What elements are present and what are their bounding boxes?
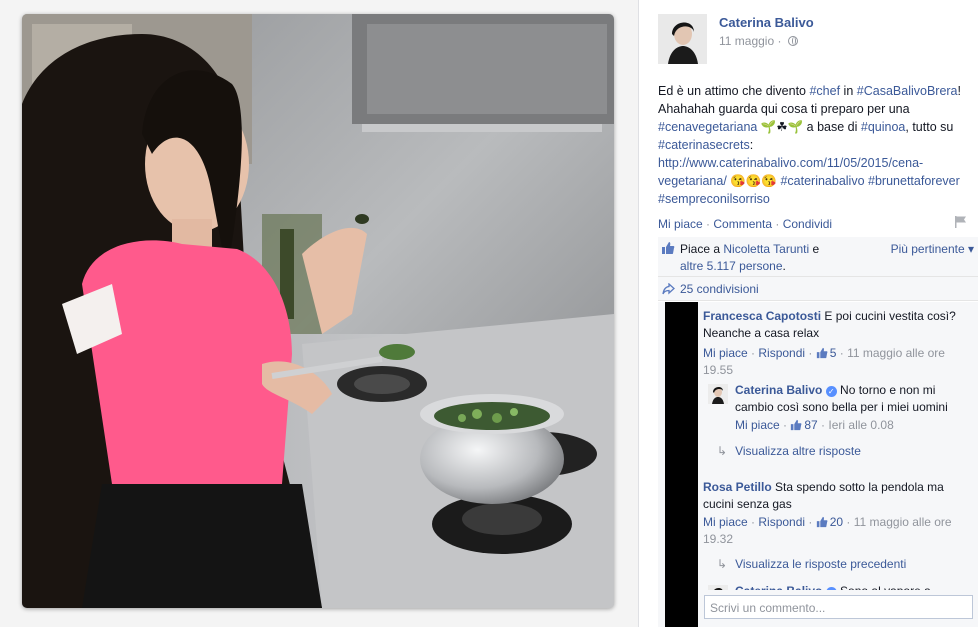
verified-badge-icon: ✓ (825, 386, 837, 397)
previous-replies-label: Visualizza le risposte precedenti (735, 557, 907, 571)
post-date[interactable]: 11 maggio · (719, 34, 798, 48)
likes-and: e (809, 242, 820, 256)
more-replies-label: Visualizza altre risposte (735, 444, 861, 458)
comment-reply-link[interactable]: Rispondi (758, 515, 805, 529)
likes-end: . (782, 259, 786, 273)
comment-like-count[interactable]: 5 (816, 346, 837, 360)
likes-prefix: Piace a (680, 242, 724, 256)
black-bar-overlay (665, 590, 698, 627)
more-replies-link[interactable]: ↳ Visualizza altre risposte (717, 444, 861, 458)
thumbs-up-icon (791, 419, 802, 431)
previous-replies-link[interactable]: ↳ Visualizza le risposte precedenti (717, 557, 906, 571)
author-avatar[interactable] (658, 14, 707, 64)
comment-like-link[interactable]: Mi piace (703, 346, 748, 360)
hashtag-link[interactable]: #caterinabalivo (780, 174, 864, 188)
action-separator: · (772, 217, 783, 231)
share-link[interactable]: Condividi (783, 217, 832, 231)
hashtag-link[interactable]: #caterinasecrets (658, 138, 750, 152)
comment-meta: Mi piace · Rispondi · 20 · 11 maggio all… (703, 515, 952, 546)
reply-arrow-icon: ↳ (717, 444, 728, 458)
comment-meta: Mi piace · Rispondi · 5 · 11 maggio alle… (703, 346, 945, 377)
comment-item: Francesca Capotosti E poi cucini vestita… (703, 308, 973, 379)
write-comment-input[interactable]: Scrivi un commento... (704, 595, 973, 619)
post-text-segment: : (749, 138, 754, 152)
reply-meta: Mi piace · 87 · Ieri alle 0.08 (735, 418, 894, 432)
reply-like-link[interactable]: Mi piace (735, 418, 780, 432)
comment-like-link[interactable]: Mi piace (703, 515, 748, 529)
post-text-segment: , tutto su (905, 120, 954, 134)
hashtag-link[interactable]: #sempreconilsorriso (658, 192, 770, 206)
comment-item: Rosa Petillo Sta spendo sotto la pendola… (703, 479, 973, 548)
comment-link[interactable]: Commenta (713, 217, 772, 231)
reply-like-count[interactable]: 87 (790, 418, 818, 432)
public-globe-icon (787, 36, 798, 46)
hashtag-link[interactable]: #cenavegetariana (658, 120, 757, 134)
flag-icon[interactable] (954, 215, 968, 229)
post-text-segment: 😘😘😘 (726, 174, 781, 188)
thumbs-up-icon (816, 347, 828, 359)
black-bar-overlay (665, 302, 698, 592)
post-text-segment: 🌱☘🌱 a base di (757, 120, 861, 134)
action-separator: · (702, 217, 714, 231)
comments-list[interactable]: Francesca Capotosti E poi cucini vestita… (658, 302, 978, 592)
thumbs-up-icon (662, 242, 675, 254)
ufi-summary: Piace a Nicoletta Tarunti e altre 5.117 … (658, 237, 978, 301)
comment-reply-link[interactable]: Rispondi (758, 346, 805, 360)
commenter-name[interactable]: Rosa Petillo (703, 480, 772, 494)
other-likers-link[interactable]: altre 5.117 persone (680, 259, 783, 273)
commenter-name[interactable]: Francesca Capotosti (703, 309, 821, 323)
comment-like-count-value: 5 (829, 346, 837, 360)
reply-avatar-image (708, 384, 728, 404)
hashtag-link[interactable]: #brunettaforever (868, 174, 960, 188)
post-date-text[interactable]: 11 maggio (719, 34, 774, 48)
reply-item: Caterina Balivo ✓ No torno e non mi camb… (735, 382, 973, 434)
post-text-segment: Ed è un attimo che divento (658, 84, 810, 98)
post-photo[interactable] (22, 14, 614, 608)
hashtag-link[interactable]: #quinoa (861, 120, 906, 134)
liker-friend-link[interactable]: Nicoletta Tarunti (723, 242, 809, 256)
reply-time[interactable]: Ieri alle 0.08 (828, 418, 893, 432)
shares-row[interactable]: 25 condivisioni (658, 277, 978, 301)
reply-like-count-value: 87 (804, 418, 818, 432)
hashtag-link[interactable]: #chef (809, 84, 840, 98)
post-panel: Caterina Balivo 11 maggio · Ed è un atti… (638, 0, 979, 627)
comment-like-count[interactable]: 20 (816, 515, 843, 529)
post-actions: Mi piace · Commenta · Condividi (658, 217, 832, 231)
post-text-segment: in (840, 84, 857, 98)
share-arrow-icon (662, 283, 675, 295)
date-separator: · (774, 34, 785, 48)
thumbs-up-icon (816, 516, 828, 528)
kitchen-photo-illustration (22, 14, 614, 608)
comment-sort-dropdown[interactable]: Più pertinente ▾ (891, 241, 974, 258)
author-avatar-image (658, 14, 707, 64)
hashtag-link[interactable]: #CasaBalivoBrera (857, 84, 958, 98)
reply-avatar[interactable] (708, 384, 728, 404)
shares-count-link[interactable]: 25 condivisioni (680, 282, 759, 296)
post-text: Ed è un attimo che divento #chef in #Cas… (658, 82, 978, 208)
photo-viewer (0, 0, 638, 627)
post-author-name[interactable]: Caterina Balivo (719, 15, 814, 30)
replier-name[interactable]: Caterina Balivo (735, 383, 822, 397)
likes-row: Piace a Nicoletta Tarunti e altre 5.117 … (658, 237, 978, 277)
comment-like-count-value: 20 (829, 515, 844, 529)
reply-arrow-icon: ↳ (717, 557, 728, 571)
like-link[interactable]: Mi piace (658, 217, 703, 231)
